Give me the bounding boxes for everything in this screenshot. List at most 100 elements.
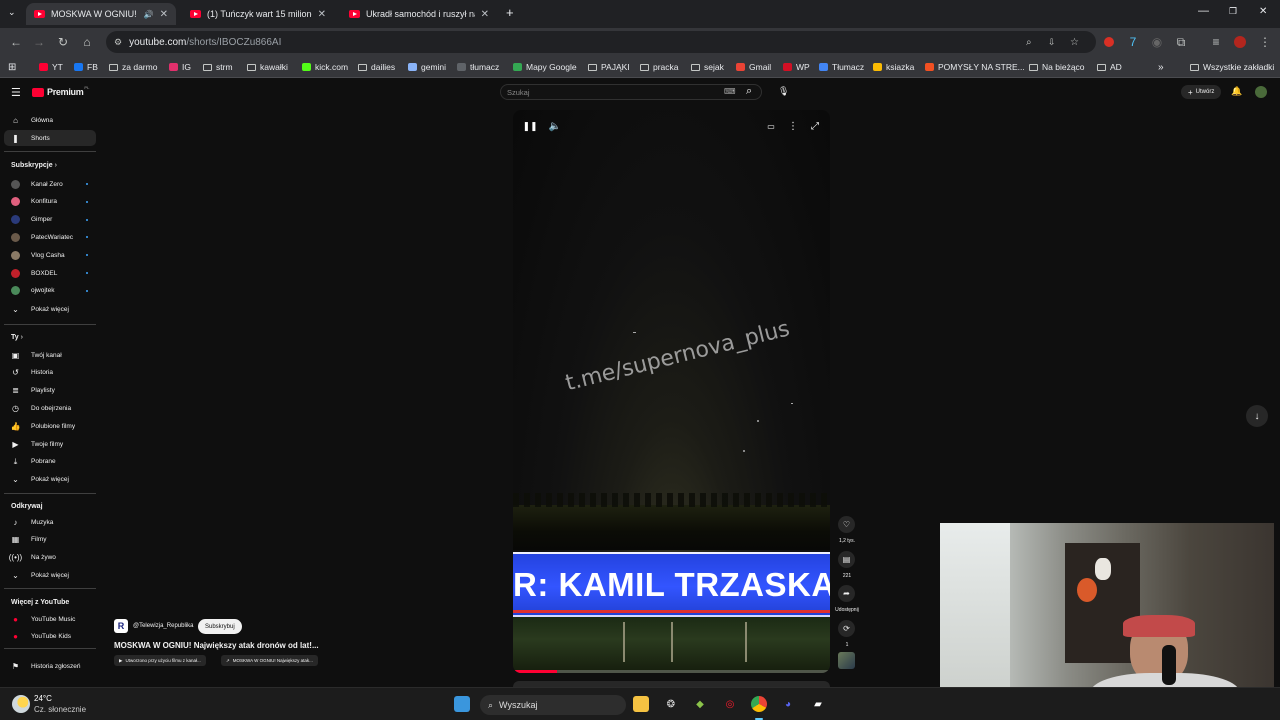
account-avatar[interactable] <box>1255 86 1267 98</box>
bookmark-item[interactable]: AD <box>1097 60 1122 74</box>
bookmark-item[interactable]: sejak <box>691 60 724 74</box>
address-bar[interactable]: ⚙ youtube.com/shorts/IBOCZu866AI ⌕ ⇩ ☆ <box>106 31 1096 53</box>
create-button[interactable]: + Utwórz <box>1181 85 1222 99</box>
volume-icon[interactable]: 🔈 <box>548 119 562 133</box>
sidebar-item-film[interactable]: ▦ Filmy <box>4 532 96 548</box>
site-info-icon[interactable]: ⚙ <box>114 37 122 48</box>
tab-ukradl[interactable]: Ukradł samochód i ruszył na ro ✕ <box>341 3 497 25</box>
brave-browser-icon[interactable]: ◆ <box>692 696 708 712</box>
captions-icon[interactable]: ▭ <box>764 119 778 133</box>
microphone-icon[interactable]: 🎙 <box>778 86 789 97</box>
shorts-video-player[interactable]: ❚❚ 🔈 ▭ ⋮ ⤢ t.me/supernova_plus R: KAMIL … <box>513 110 830 673</box>
bookmark-item[interactable]: Mapy Google <box>513 60 577 74</box>
profile-avatar[interactable] <box>1232 34 1248 50</box>
file-explorer-icon[interactable] <box>633 696 649 712</box>
source-chip[interactable]: ▶ Utworzono przy użyciu filmu z kanał... <box>114 655 206 666</box>
all-bookmarks[interactable]: Wszystkie zakładki <box>1190 60 1274 74</box>
bookmarks-overflow-icon[interactable]: » <box>1158 60 1164 74</box>
video-progress-bar[interactable] <box>513 670 830 673</box>
bookmark-item[interactable]: gemini <box>408 60 446 74</box>
you-heading[interactable]: Ty › <box>11 334 23 341</box>
apps-grid-icon[interactable]: ⊞ <box>8 60 16 74</box>
share-button[interactable]: ➦ <box>838 585 855 602</box>
sidebar-item-music[interactable]: ♪ Muzyka <box>4 514 96 530</box>
sidebar-subscription[interactable]: Kanał Zero <box>4 176 96 192</box>
bookmark-item[interactable]: Tłumacz <box>819 60 864 74</box>
more-options-icon[interactable]: ⋮ <box>786 119 800 133</box>
sidebar-item-chevron-down[interactable]: ⌄ Pokaż więcej <box>4 567 96 583</box>
taskbar-search[interactable]: ⌕ Wyszukaj <box>480 695 626 715</box>
weather-icon[interactable] <box>12 695 30 713</box>
search-input[interactable]: Szukaj <box>500 84 762 100</box>
notifications-bell-icon[interactable]: 🔔 <box>1231 86 1242 97</box>
short-title[interactable]: MOSKWA W OGNIU! Największy atak dronów o… <box>114 641 319 650</box>
bookmark-item[interactable]: kawałki <box>247 60 288 74</box>
bookmark-item[interactable]: za darmo <box>109 60 157 74</box>
related-chip[interactable]: ↗ MOSKWA W OGNIU! Największy atak... <box>221 655 318 666</box>
bookmark-item[interactable]: strm <box>203 60 233 74</box>
bookmark-item[interactable]: YT <box>39 60 63 74</box>
bookmark-item[interactable]: pracka <box>640 60 679 74</box>
audio-playing-icon[interactable]: 🔊 <box>144 10 154 19</box>
sidebar-item-live[interactable]: ((•)) Na żywo <box>4 550 96 566</box>
sidebar-item-history[interactable]: ↺ Historia <box>4 365 96 381</box>
reload-icon[interactable]: ↻ <box>55 34 71 50</box>
hamburger-menu-icon[interactable]: ☰ <box>11 86 21 99</box>
media-controls-icon[interactable]: ≡ <box>1208 34 1224 50</box>
close-icon[interactable]: ✕ <box>154 9 168 20</box>
bookmark-item[interactable]: WP <box>783 60 810 74</box>
sidebar-item-download[interactable]: ⤓ Pobrane <box>4 454 96 470</box>
sidebar-item-your-videos[interactable]: ▶ Twoje filmy <box>4 436 96 452</box>
next-short-button[interactable]: ↓ <box>1246 405 1268 427</box>
sidebar-subscription[interactable]: Vlog Casha <box>4 247 96 263</box>
sidebar-subscription[interactable]: PatecWariatec <box>4 229 96 245</box>
bookmark-item[interactable]: Na bieżąco <box>1029 60 1085 74</box>
remix-button[interactable]: ⟳ <box>838 620 855 637</box>
channel-handle[interactable]: @Telewizja_Republika <box>133 623 193 629</box>
tab-search-chevron-icon[interactable]: ⌄ <box>8 7 16 18</box>
new-tab-button[interactable]: + <box>506 5 514 20</box>
bookmark-item[interactable]: kick.com <box>302 60 348 74</box>
bookmark-star-icon[interactable]: ☆ <box>1070 37 1079 48</box>
sidebar-subscription[interactable]: ojwojtek <box>4 283 96 299</box>
sidebar-item-watch-later[interactable]: ◷ Do obejrzenia <box>4 400 96 416</box>
channel-avatar[interactable]: R <box>114 619 128 633</box>
sidebar-item-home[interactable]: ⌂ Główna <box>4 112 96 128</box>
bookmark-item[interactable]: tłumacz <box>457 60 499 74</box>
extension-icon[interactable]: ◉ <box>1149 34 1165 50</box>
back-arrow-icon[interactable]: ← <box>8 34 24 50</box>
tab-moskwa[interactable]: MOSKWA W OGNIU! Najwię 🔊 ✕ <box>26 3 176 25</box>
install-icon[interactable]: ⇩ <box>1048 37 1056 48</box>
comments-button[interactable]: ▤ <box>838 551 855 568</box>
bookmark-item[interactable]: POMYSŁY NA STRE... <box>925 60 1025 74</box>
tab-tunczyk[interactable]: (1) Tuńczyk wart 15 milionów d ✕ <box>182 3 334 25</box>
youtube-logo[interactable]: Premium PL <box>32 85 89 97</box>
app-icon[interactable]: ▰ <box>810 696 826 712</box>
sidebar-show-more[interactable]: ⌄ Pokaż więcej <box>4 301 96 317</box>
sidebar-item-like[interactable]: 👍 Polubione filmy <box>4 418 96 434</box>
sidebar-yt-app[interactable]: ● YouTube Music <box>4 611 96 627</box>
subscriptions-heading[interactable]: Subskrypcje › <box>11 162 57 169</box>
bookmark-item[interactable]: ksiazka <box>873 60 914 74</box>
sidebar-subscription[interactable]: Gimper <box>4 212 96 228</box>
sidebar-item-shorts[interactable]: ❚ Shorts <box>4 130 96 146</box>
maximize-button[interactable]: ❐ <box>1229 6 1237 17</box>
sidebar-item-playlist[interactable]: ≣ Playlisty <box>4 383 96 399</box>
zoom-icon[interactable]: ⌕ <box>1026 37 1032 48</box>
opera-icon[interactable]: ◎ <box>722 696 738 712</box>
weather-desc[interactable]: Cz. słonecznie <box>34 705 86 714</box>
bookmark-item[interactable]: PAJĄKI <box>588 60 630 74</box>
discord-icon[interactable]: ◕ <box>780 696 796 712</box>
record-extension-icon[interactable] <box>1101 34 1117 50</box>
close-window-button[interactable]: ✕ <box>1259 6 1267 17</box>
bookmark-item[interactable]: IG <box>169 60 191 74</box>
sound-thumbnail[interactable] <box>838 652 855 669</box>
chrome-icon[interactable] <box>751 696 767 712</box>
keyboard-icon[interactable]: ⌨ <box>724 87 736 96</box>
bookmark-item[interactable]: dailies <box>358 60 395 74</box>
extensions-puzzle-icon[interactable]: ⧉ <box>1173 34 1189 50</box>
bookmark-item[interactable]: Gmail <box>736 60 771 74</box>
pause-icon[interactable]: ❚❚ <box>522 119 537 133</box>
sidebar-subscription[interactable]: BOXDEL <box>4 265 96 281</box>
bookmark-item[interactable]: FB <box>74 60 98 74</box>
